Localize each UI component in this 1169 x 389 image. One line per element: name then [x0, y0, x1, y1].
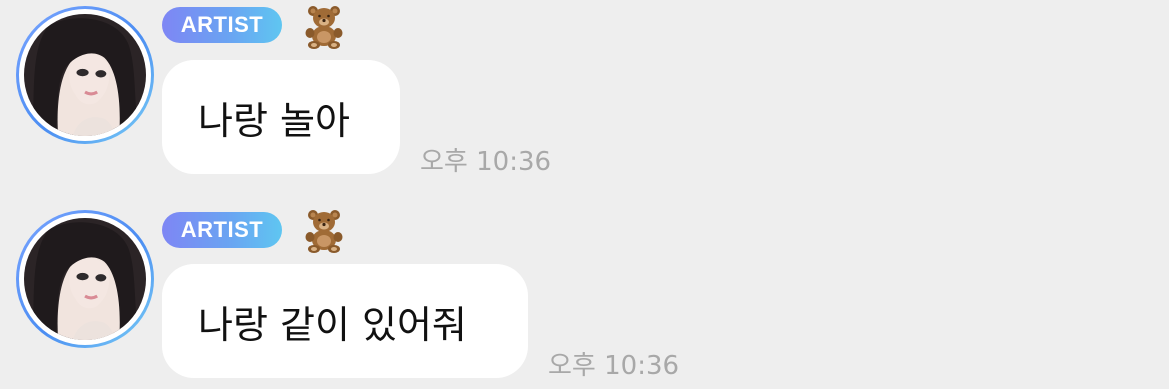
avatar[interactable]: [16, 210, 154, 348]
message-bubble[interactable]: 나랑 같이 있어줘: [162, 264, 528, 378]
message-timestamp: 오후 10:36: [548, 351, 680, 381]
teddy-bear-icon: [305, 6, 343, 49]
avatar-frame: [19, 9, 151, 141]
chat-message: ARTIST 나랑 놀아 오후 10:36: [0, 0, 1169, 200]
profile-photo: [24, 218, 146, 340]
artist-badge: ARTIST: [162, 212, 282, 248]
chat-message: ARTIST 나랑 같이 있어줘 오후 10:36: [0, 204, 1169, 389]
message-text: 나랑 놀아: [198, 98, 350, 143]
teddy-bear-icon: [305, 210, 343, 253]
message-bubble[interactable]: 나랑 놀아: [162, 60, 400, 174]
avatar[interactable]: [16, 6, 154, 144]
artist-badge: ARTIST: [162, 7, 282, 43]
profile-photo: [24, 14, 146, 136]
avatar-frame: [19, 213, 151, 345]
message-timestamp: 오후 10:36: [420, 147, 552, 177]
message-text: 나랑 같이 있어줘: [198, 302, 467, 347]
